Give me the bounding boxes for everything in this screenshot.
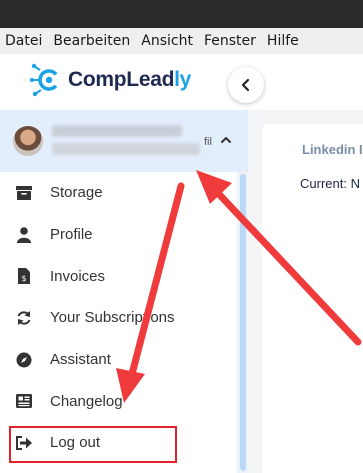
sidebar-item-subscriptions[interactable]: Your Subscriptions bbox=[0, 297, 237, 339]
user-profile-toggle[interactable]: fil bbox=[0, 110, 248, 172]
user-name-redacted bbox=[52, 125, 182, 137]
sidebar-item-label: Storage bbox=[50, 184, 103, 202]
svg-text:$: $ bbox=[21, 274, 26, 283]
brand-name: CompLeadly bbox=[68, 68, 191, 92]
user-icon bbox=[17, 226, 31, 243]
sidebar-item-label: Profile bbox=[50, 226, 93, 244]
brand-logo[interactable]: CompLeadly bbox=[30, 63, 191, 97]
sidebar-item-profile[interactable]: Profile bbox=[0, 214, 237, 256]
sidebar-item-invoices[interactable]: $ Invoices bbox=[0, 255, 237, 297]
chevron-up-icon bbox=[221, 137, 231, 143]
menu-hilfe[interactable]: Hilfe bbox=[262, 33, 305, 49]
sidebar-item-assistant[interactable]: Assistant bbox=[0, 339, 237, 381]
invoice-icon: $ bbox=[18, 268, 30, 285]
window-titlebar bbox=[0, 0, 363, 28]
menu-bearbeiten[interactable]: Bearbeiten bbox=[48, 33, 136, 49]
brand-mark-icon bbox=[30, 63, 60, 97]
chevron-left-icon bbox=[241, 78, 250, 92]
sidebar-scrollbar-thumb[interactable] bbox=[240, 174, 246, 471]
menu-fenster[interactable]: Fenster bbox=[199, 33, 262, 49]
avatar bbox=[13, 126, 43, 156]
sidebar-item-label: Invoices bbox=[50, 267, 106, 285]
compass-icon bbox=[16, 352, 32, 368]
sidebar-item-label: Your Subscriptions bbox=[50, 309, 175, 327]
user-name-suffix: fil bbox=[204, 136, 212, 148]
sidebar: fil Storage Profile $ Invoices Your Subs… bbox=[0, 110, 248, 473]
user-email-redacted bbox=[52, 143, 200, 155]
menu-datei[interactable]: Datei bbox=[0, 33, 48, 49]
menubar: Datei Bearbeiten Ansicht Fenster Hilfe bbox=[0, 28, 363, 54]
linkedin-current-status: Current: N bbox=[300, 176, 360, 191]
brand-name-main: CompLead bbox=[68, 68, 175, 91]
collapse-sidebar-button[interactable] bbox=[228, 67, 264, 103]
sidebar-menu: Storage Profile $ Invoices Your Subscrip… bbox=[0, 172, 237, 464]
sidebar-item-label: Changelog bbox=[50, 392, 123, 410]
sidebar-item-changelog[interactable]: Changelog bbox=[0, 380, 237, 422]
archive-icon bbox=[16, 185, 32, 200]
brand-name-accent: ly bbox=[174, 68, 192, 91]
logout-highlight-box bbox=[9, 426, 177, 463]
menu-ansicht[interactable]: Ansicht bbox=[136, 33, 199, 49]
main-content-card: Linkedin I Current: N bbox=[262, 124, 363, 473]
linkedin-card-title: Linkedin I bbox=[302, 142, 363, 157]
newspaper-icon bbox=[16, 394, 32, 409]
refresh-icon bbox=[17, 310, 31, 325]
app-header: CompLeadly bbox=[0, 54, 363, 110]
sidebar-item-label: Assistant bbox=[50, 351, 111, 369]
sidebar-item-storage[interactable]: Storage bbox=[0, 172, 237, 214]
